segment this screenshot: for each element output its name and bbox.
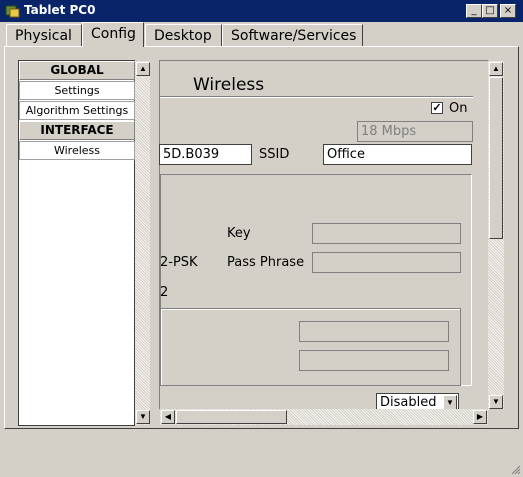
global-header: GLOBAL: [19, 61, 135, 80]
encryption-option-label: 2: [160, 285, 169, 300]
mac-address-field[interactable]: 5D.B039: [159, 144, 252, 165]
credential-field-1[interactable]: [299, 321, 449, 342]
sidebar-scroll-up-button[interactable]: ▲: [136, 62, 150, 76]
bandwidth-field[interactable]: 18 Mbps: [357, 121, 473, 142]
sidebar-item-algorithm-settings[interactable]: Algorithm Settings: [19, 101, 135, 120]
interface-header: INTERFACE: [19, 121, 135, 140]
port-status-checkbox[interactable]: ✓: [431, 102, 443, 114]
ssid-label: SSID: [259, 147, 290, 162]
credential-field-2[interactable]: [299, 350, 449, 371]
content-scroll-thumb[interactable]: [489, 77, 503, 239]
key-label: Key: [227, 226, 251, 241]
window-title: Tablet PC0: [24, 3, 96, 17]
passphrase-label: Pass Phrase: [227, 255, 305, 270]
encryption-type-value: Disabled: [380, 395, 437, 410]
sidebar-item-settings[interactable]: Settings: [19, 81, 135, 100]
passphrase-input[interactable]: [312, 252, 461, 273]
resize-grip-icon[interactable]: [509, 463, 521, 475]
content-scroll-down-button[interactable]: ▼: [489, 395, 503, 409]
sidebar-scrollbar[interactable]: [135, 61, 150, 425]
credentials-subgroup: [160, 308, 461, 386]
content-scroll-right-button[interactable]: ▶: [473, 410, 487, 424]
tablet-app-icon: [5, 5, 20, 18]
title-divider: [160, 96, 473, 97]
minimize-button[interactable]: _: [466, 4, 482, 18]
content-scroll-left-button[interactable]: ◀: [161, 410, 175, 424]
maximize-button[interactable]: □: [482, 4, 498, 18]
tab-desktop[interactable]: Desktop: [145, 24, 222, 47]
tab-config[interactable]: Config: [82, 22, 144, 47]
ssid-input[interactable]: Office: [323, 144, 472, 165]
wireless-title: Wireless: [193, 75, 265, 95]
sidebar-item-wireless[interactable]: Wireless: [19, 141, 135, 160]
port-status-label: On: [449, 101, 468, 116]
sidebar-scroll-down-button[interactable]: ▼: [136, 410, 150, 424]
content-scroll-up-button[interactable]: ▲: [489, 62, 503, 76]
close-button[interactable]: ×: [500, 4, 516, 18]
tab-software-services[interactable]: Software/Services: [222, 24, 363, 47]
content-hscroll-thumb[interactable]: [176, 410, 287, 424]
key-input[interactable]: [312, 223, 461, 244]
tab-physical[interactable]: Physical: [6, 24, 82, 47]
auth-option-label: 2-PSK: [160, 255, 198, 270]
